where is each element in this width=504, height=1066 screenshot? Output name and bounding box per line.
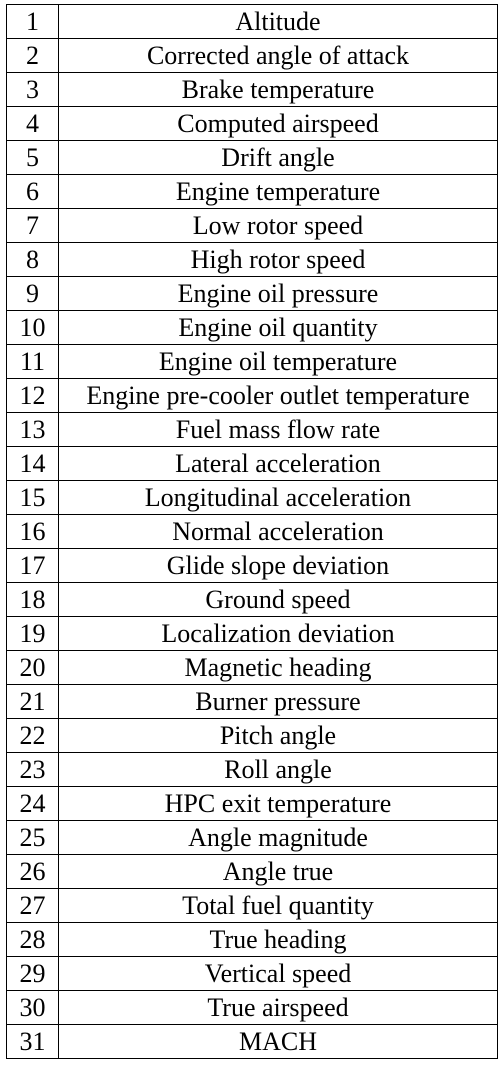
row-number: 6	[7, 175, 59, 209]
row-label: Roll angle	[58, 753, 497, 787]
row-label: Pitch angle	[58, 719, 497, 753]
row-number: 27	[7, 889, 59, 923]
table-row: 6Engine temperature	[7, 175, 498, 209]
row-label: Computed airspeed	[58, 107, 497, 141]
table-row: 21Burner pressure	[7, 685, 498, 719]
table-row: 16Normal acceleration	[7, 515, 498, 549]
row-number: 29	[7, 957, 59, 991]
table-row: 11Engine oil temperature	[7, 345, 498, 379]
row-number: 2	[7, 39, 59, 73]
row-number: 4	[7, 107, 59, 141]
table-row: 26Angle true	[7, 855, 498, 889]
table-body: 1Altitude 2Corrected angle of attack 3Br…	[7, 5, 498, 1059]
row-label: MACH	[58, 1025, 497, 1059]
table-row: 7Low rotor speed	[7, 209, 498, 243]
row-number: 13	[7, 413, 59, 447]
row-label: Total fuel quantity	[58, 889, 497, 923]
row-number: 22	[7, 719, 59, 753]
row-number: 30	[7, 991, 59, 1025]
table-row: 5Drift angle	[7, 141, 498, 175]
table-row: 29Vertical speed	[7, 957, 498, 991]
row-label: High rotor speed	[58, 243, 497, 277]
table-row: 23Roll angle	[7, 753, 498, 787]
row-number: 21	[7, 685, 59, 719]
row-number: 1	[7, 5, 59, 39]
table-row: 3Brake temperature	[7, 73, 498, 107]
row-label: Angle magnitude	[58, 821, 497, 855]
table-row: 1Altitude	[7, 5, 498, 39]
row-number: 19	[7, 617, 59, 651]
table-row: 20Magnetic heading	[7, 651, 498, 685]
row-number: 31	[7, 1025, 59, 1059]
row-label: Engine oil temperature	[58, 345, 497, 379]
row-number: 11	[7, 345, 59, 379]
row-label: Magnetic heading	[58, 651, 497, 685]
row-number: 18	[7, 583, 59, 617]
table-row: 2Corrected angle of attack	[7, 39, 498, 73]
row-number: 15	[7, 481, 59, 515]
row-label: Low rotor speed	[58, 209, 497, 243]
table-row: 31MACH	[7, 1025, 498, 1059]
table-row: 19Localization deviation	[7, 617, 498, 651]
row-label: Normal acceleration	[58, 515, 497, 549]
row-label: Glide slope deviation	[58, 549, 497, 583]
row-number: 12	[7, 379, 59, 413]
table-row: 8High rotor speed	[7, 243, 498, 277]
row-label: Localization deviation	[58, 617, 497, 651]
row-number: 14	[7, 447, 59, 481]
table-row: 14Lateral acceleration	[7, 447, 498, 481]
row-number: 5	[7, 141, 59, 175]
row-label: Angle true	[58, 855, 497, 889]
table-row: 24HPC exit temperature	[7, 787, 498, 821]
row-label: Engine pre-cooler outlet temperature	[58, 379, 497, 413]
table-row: 30True airspeed	[7, 991, 498, 1025]
row-number: 7	[7, 209, 59, 243]
row-label: Brake temperature	[58, 73, 497, 107]
row-label: Altitude	[58, 5, 497, 39]
row-number: 10	[7, 311, 59, 345]
table-row: 28True heading	[7, 923, 498, 957]
row-label: Engine temperature	[58, 175, 497, 209]
row-number: 24	[7, 787, 59, 821]
table-row: 27Total fuel quantity	[7, 889, 498, 923]
table-row: 18Ground speed	[7, 583, 498, 617]
row-number: 9	[7, 277, 59, 311]
row-label: Engine oil quantity	[58, 311, 497, 345]
row-label: Corrected angle of attack	[58, 39, 497, 73]
row-label: Lateral acceleration	[58, 447, 497, 481]
parameter-table: 1Altitude 2Corrected angle of attack 3Br…	[6, 4, 498, 1059]
row-label: Longitudinal acceleration	[58, 481, 497, 515]
row-number: 25	[7, 821, 59, 855]
row-label: Vertical speed	[58, 957, 497, 991]
table-row: 10Engine oil quantity	[7, 311, 498, 345]
row-label: Burner pressure	[58, 685, 497, 719]
row-number: 26	[7, 855, 59, 889]
row-label: Fuel mass flow rate	[58, 413, 497, 447]
row-number: 28	[7, 923, 59, 957]
table-row: 12Engine pre-cooler outlet temperature	[7, 379, 498, 413]
row-number: 17	[7, 549, 59, 583]
row-number: 20	[7, 651, 59, 685]
row-label: True heading	[58, 923, 497, 957]
row-number: 23	[7, 753, 59, 787]
row-label: Drift angle	[58, 141, 497, 175]
table-row: 9Engine oil pressure	[7, 277, 498, 311]
row-label: Ground speed	[58, 583, 497, 617]
table-row: 13Fuel mass flow rate	[7, 413, 498, 447]
table-row: 25Angle magnitude	[7, 821, 498, 855]
table-row: 17Glide slope deviation	[7, 549, 498, 583]
row-number: 8	[7, 243, 59, 277]
table-row: 15Longitudinal acceleration	[7, 481, 498, 515]
row-number: 3	[7, 73, 59, 107]
table-row: 4Computed airspeed	[7, 107, 498, 141]
row-label: HPC exit temperature	[58, 787, 497, 821]
row-label: True airspeed	[58, 991, 497, 1025]
table-row: 22Pitch angle	[7, 719, 498, 753]
row-label: Engine oil pressure	[58, 277, 497, 311]
row-number: 16	[7, 515, 59, 549]
